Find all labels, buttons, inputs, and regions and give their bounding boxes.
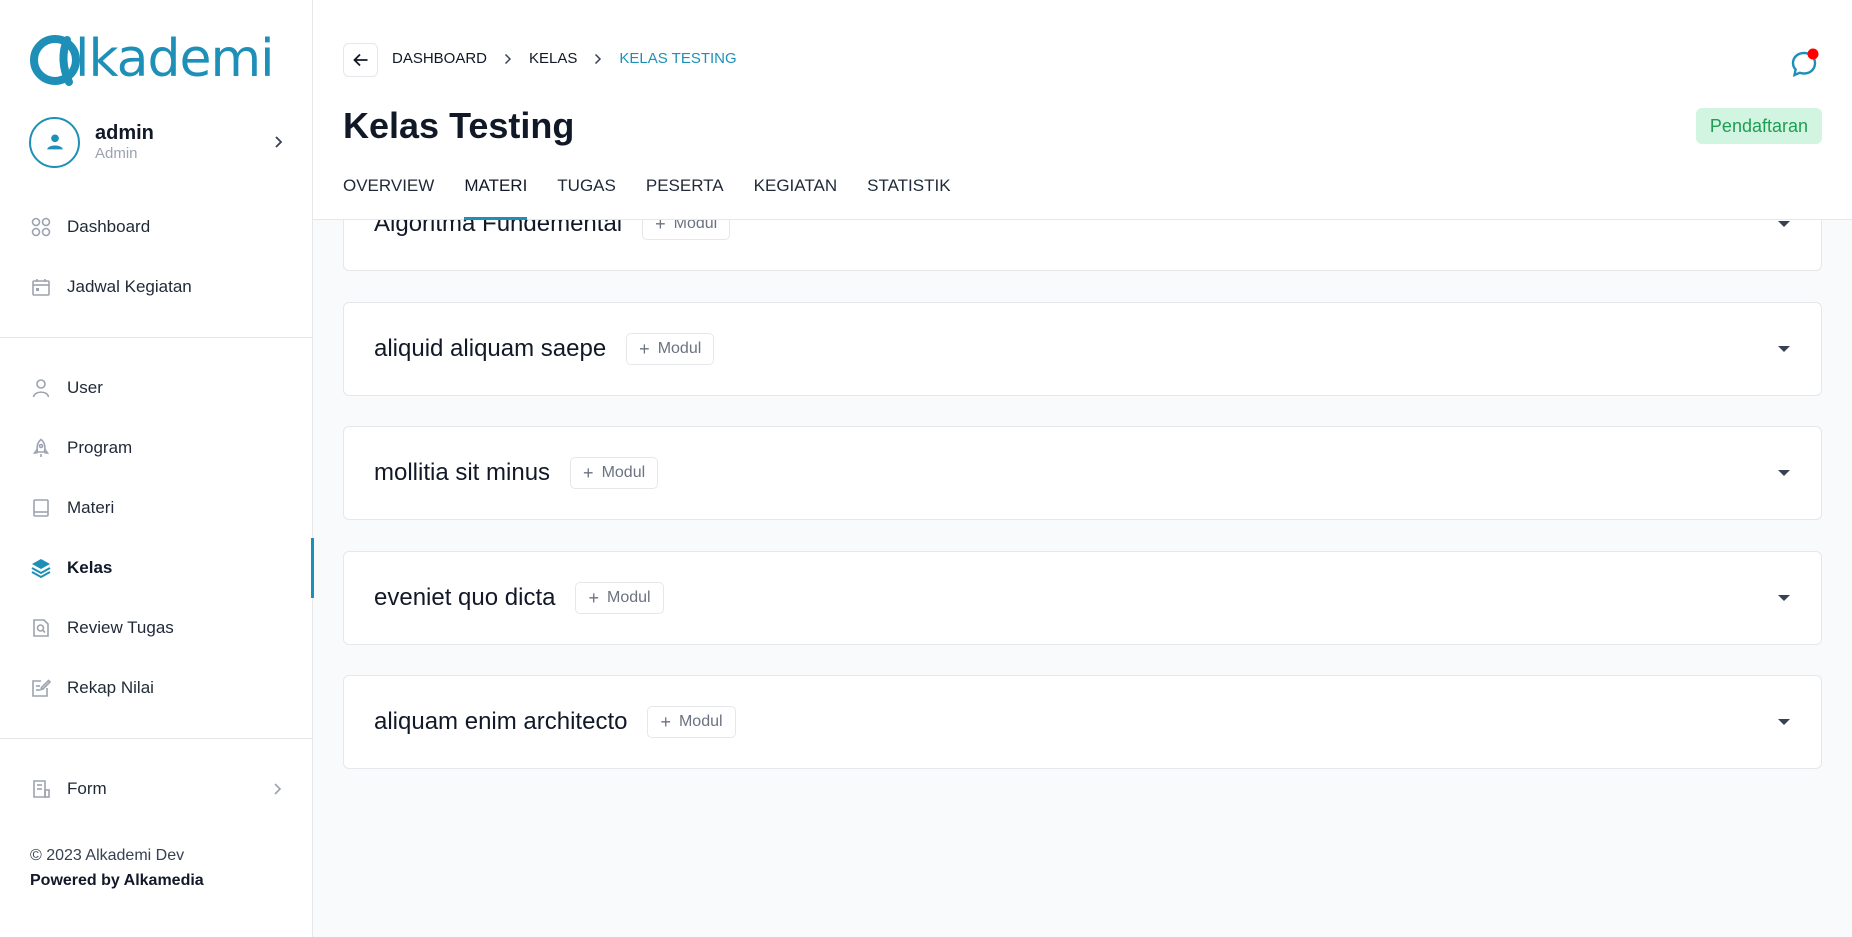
review-icon	[30, 617, 52, 639]
grid-icon	[30, 216, 52, 238]
sidebar-item-label: Rekap Nilai	[67, 678, 154, 697]
tab-tugas[interactable]: TUGAS	[557, 170, 616, 220]
section-title: aliquam enim architecto	[374, 708, 628, 735]
person-icon	[46, 134, 63, 150]
chevron-right-icon	[501, 52, 515, 66]
arrow-left-icon	[352, 53, 367, 67]
plus-icon: +	[639, 339, 650, 359]
sidebar: lkademi admin Admin Dashboard Jadwal Keg…	[0, 0, 314, 937]
add-modul-button[interactable]: + Modul	[647, 706, 736, 738]
section-title: eveniet quo dicta	[374, 584, 556, 611]
caret-down-icon[interactable]	[1777, 466, 1791, 480]
breadcrumb: DASHBOARD KELAS KELAS TESTING	[392, 50, 737, 67]
main-content: DASHBOARD KELAS KELAS TESTING Kelas Test…	[313, 0, 1852, 937]
breadcrumb-dashboard[interactable]: DASHBOARD	[392, 50, 487, 67]
sidebar-item-materi[interactable]: Materi	[0, 478, 313, 538]
sidebar-footer: © 2023 Alkademi Dev Powered by Alkamedia	[30, 843, 204, 893]
plus-icon: +	[588, 588, 599, 608]
sidebar-item-dashboard[interactable]: Dashboard	[0, 197, 313, 257]
chat-notification-icon	[1791, 48, 1819, 77]
nav-group-management: User Program Materi Kelas Review Tugas R…	[0, 358, 314, 718]
book-icon	[30, 497, 52, 519]
sidebar-item-review-tugas[interactable]: Review Tugas	[0, 598, 313, 658]
sidebar-item-label: Jadwal Kegiatan	[67, 277, 192, 296]
section-title: mollitia sit minus	[374, 459, 551, 486]
copyright-text: © 2023 Alkademi Dev	[30, 847, 185, 864]
tab-kegiatan[interactable]: KEGIATAN	[754, 170, 837, 220]
tab-overview[interactable]: OVERVIEW	[343, 170, 434, 220]
back-button[interactable]	[343, 43, 378, 77]
sidebar-item-label: Materi	[67, 498, 115, 517]
caret-down-icon[interactable]	[1777, 342, 1791, 356]
page-header: DASHBOARD KELAS KELAS TESTING Kelas Test…	[313, 0, 1852, 220]
sidebar-item-label: Review Tugas	[67, 618, 174, 637]
plus-icon: +	[583, 463, 594, 483]
tab-materi[interactable]: MATERI	[464, 170, 527, 220]
user-profile-card[interactable]: admin Admin	[29, 116, 287, 168]
add-modul-button[interactable]: + Modul	[570, 457, 659, 489]
plus-icon: +	[660, 712, 671, 732]
chevron-right-icon[interactable]	[271, 134, 287, 150]
sidebar-item-rekap-nilai[interactable]: Rekap Nilai	[0, 658, 313, 718]
user-role: Admin	[95, 145, 138, 162]
powered-by-text: Powered by Alkamedia	[30, 872, 204, 889]
sidebar-item-label: Dashboard	[67, 217, 151, 236]
sidebar-item-form[interactable]: Form	[0, 759, 313, 819]
status-badge: Pendaftaran	[1695, 108, 1822, 144]
section-row[interactable]: mollitia sit minus + Modul	[343, 426, 1822, 520]
sidebar-item-label: User	[67, 378, 103, 397]
layers-icon	[30, 557, 52, 579]
breadcrumb-kelas[interactable]: KELAS	[529, 50, 577, 67]
notification-button[interactable]	[1786, 46, 1822, 82]
sidebar-item-jadwal-kegiatan[interactable]: Jadwal Kegiatan	[0, 257, 313, 317]
nav-group-form: Form	[0, 759, 313, 819]
rocket-icon	[30, 437, 52, 459]
user-icon	[30, 377, 52, 399]
sidebar-item-user[interactable]: User	[0, 358, 313, 418]
add-modul-label: Modul	[678, 713, 723, 730]
sidebar-item-label: Program	[67, 438, 133, 457]
add-modul-button[interactable]: + Modul	[575, 582, 664, 614]
sidebar-item-program[interactable]: Program	[0, 418, 313, 478]
add-modul-label: Modul	[606, 589, 651, 606]
form-icon	[30, 778, 52, 800]
add-modul-label: Modul	[657, 340, 702, 357]
brand-logo[interactable]: lkademi	[29, 28, 275, 90]
chevron-right-icon	[273, 781, 283, 801]
logo-mark-icon	[29, 30, 81, 88]
tab-statistik[interactable]: STATISTIK	[867, 170, 950, 220]
add-modul-button[interactable]: + Modul	[626, 333, 715, 365]
caret-down-icon[interactable]	[1777, 715, 1791, 729]
sidebar-item-label: Form	[67, 779, 107, 798]
sidebar-divider	[0, 738, 313, 739]
section-row[interactable]: aliquid aliquam saepe + Modul	[343, 302, 1822, 396]
add-modul-label: Modul	[601, 464, 646, 481]
calendar-icon	[30, 276, 52, 298]
breadcrumb-current: KELAS TESTING	[619, 50, 737, 67]
section-row[interactable]: eveniet quo dicta + Modul	[343, 551, 1822, 645]
avatar	[29, 116, 80, 168]
logo-text: lkademi	[75, 29, 275, 89]
page-title: Kelas Testing	[343, 105, 575, 146]
chevron-right-icon	[591, 52, 605, 66]
tab-peserta[interactable]: PESERTA	[646, 170, 724, 220]
sidebar-item-label: Kelas	[67, 558, 113, 577]
notification-dot	[1807, 48, 1819, 60]
sidebar-divider	[0, 337, 313, 338]
caret-down-icon[interactable]	[1777, 591, 1791, 605]
sidebar-item-kelas[interactable]: Kelas	[0, 538, 314, 598]
tab-bar: OVERVIEW MATERI TUGAS PESERTA KEGIATAN S…	[343, 170, 981, 220]
user-name: admin	[95, 122, 154, 144]
edit-note-icon	[30, 677, 52, 699]
section-row[interactable]: aliquam enim architecto + Modul	[343, 675, 1822, 769]
section-title: aliquid aliquam saepe	[374, 335, 607, 362]
nav-group-main: Dashboard Jadwal Kegiatan	[0, 197, 313, 317]
